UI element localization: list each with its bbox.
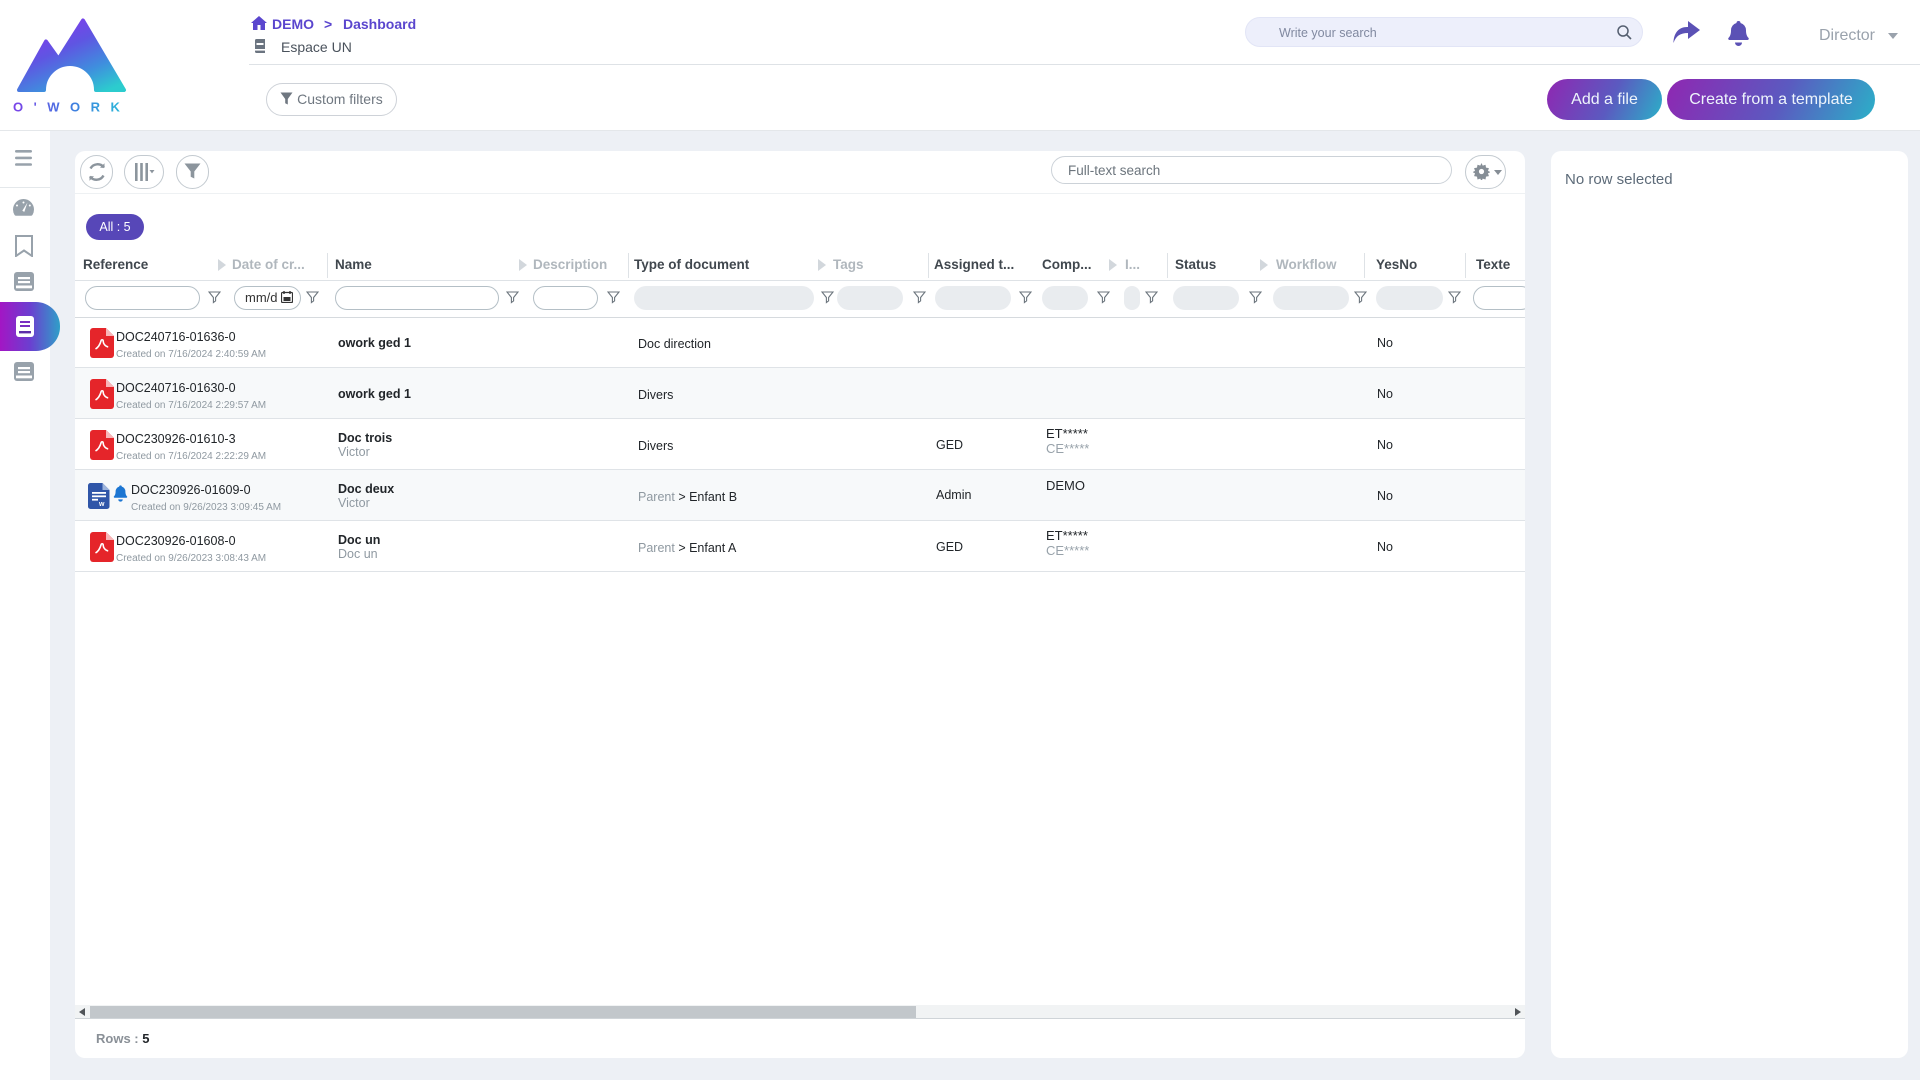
svg-text:w: w [98, 501, 105, 508]
svg-text:O'WORK: O'WORK [13, 100, 130, 115]
